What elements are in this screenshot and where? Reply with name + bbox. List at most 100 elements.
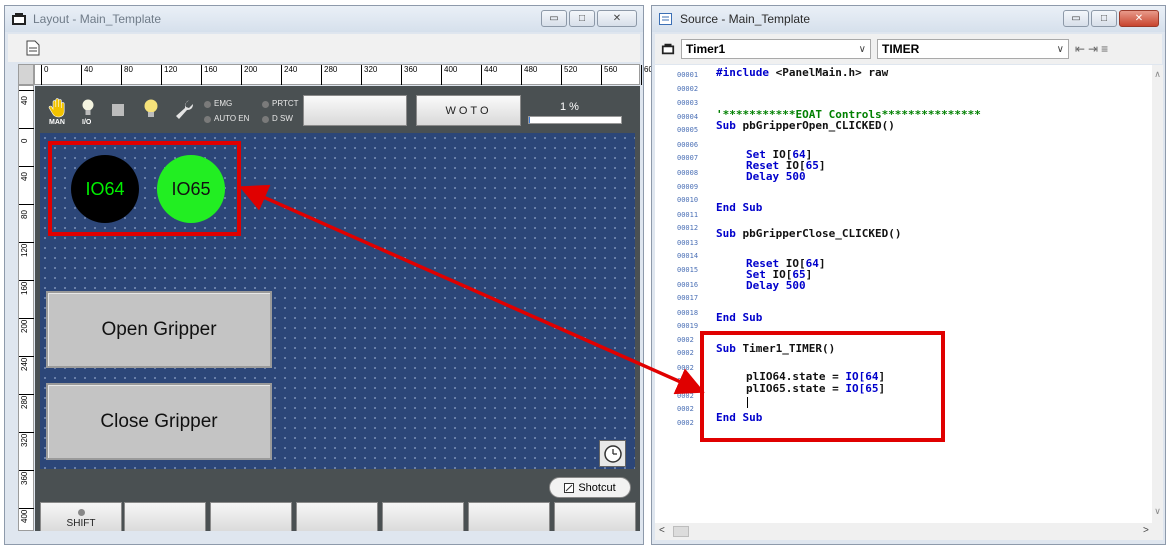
lamps-highlight-box <box>48 141 241 236</box>
close-button[interactable]: ✕ <box>597 10 637 27</box>
lightbulb-io-icon[interactable] <box>81 98 95 118</box>
code-line-17: Delay 500 <box>746 279 806 292</box>
line-number: 0002 <box>677 419 694 428</box>
prtct-indicator <box>262 101 269 108</box>
minimize-button[interactable]: ▭ <box>541 10 567 27</box>
code-line-9: Delay 500 <box>746 170 806 183</box>
function-key-6[interactable] <box>468 502 550 531</box>
source-minimize-button[interactable]: ▭ <box>1063 10 1089 27</box>
line-number: 0002 <box>677 349 694 358</box>
source-toolbar: Timer1 ∨ TIMER ∨ ⇤⇥≡ <box>655 34 1162 64</box>
line-number: 00001 <box>677 70 699 79</box>
ruler-h-tick: 520 <box>561 65 577 85</box>
ruler-h-tick: 80 <box>121 65 133 85</box>
event-combo[interactable]: TIMER ∨ <box>877 39 1069 59</box>
shift-label: SHIFT <box>66 518 96 529</box>
wrench-icon[interactable] <box>173 98 193 120</box>
code-line-15: Reset IO[64] <box>746 257 826 270</box>
man-label: MAN <box>49 119 65 126</box>
ruler-v-tick: 80 <box>19 204 34 242</box>
function-key-5[interactable] <box>382 502 464 531</box>
code-line-4: '***********EOAT Controls*************** <box>716 108 981 121</box>
source-close-button[interactable]: ✕ <box>1119 10 1159 27</box>
open-gripper-button[interactable]: Open Gripper <box>46 291 272 368</box>
line-number: 0002 <box>677 404 694 413</box>
line-number: 00006 <box>677 140 699 149</box>
horizontal-ruler: 0 40 80 120 160 200 240 280 320 360 400 440 480 520 56… <box>34 64 657 85</box>
horizontal-scrollbar[interactable]: < > <box>655 523 1163 540</box>
ruler-h-tick: 560 <box>601 65 617 85</box>
lightbulb-icon[interactable] <box>143 98 159 120</box>
line-number: 00010 <box>677 196 699 205</box>
percent-label: 1 % <box>560 101 579 113</box>
io-label: I/O <box>82 119 92 126</box>
dsw-indicator <box>262 116 269 123</box>
line-number: 00017 <box>677 294 699 303</box>
code-line-1: #include <PanelMain.h> raw <box>716 66 889 79</box>
layout-window-title: Layout - Main_Template <box>33 12 162 26</box>
function-key-2[interactable] <box>124 502 206 531</box>
object-icon <box>661 43 675 55</box>
function-key-3[interactable] <box>210 502 292 531</box>
event-combo-value: TIMER <box>882 42 920 56</box>
horizontal-scroll-thumb[interactable] <box>673 526 689 537</box>
ruler-v-tick: 120 <box>19 242 34 280</box>
hand-icon[interactable] <box>47 97 69 119</box>
function-key-4[interactable] <box>296 502 378 531</box>
scroll-down-icon[interactable]: ∨ <box>1152 506 1163 517</box>
maximize-button[interactable]: □ <box>569 10 595 27</box>
source-maximize-button[interactable]: □ <box>1091 10 1117 27</box>
timer-clock-icon[interactable] <box>599 440 626 467</box>
line-number: 00011 <box>677 210 699 219</box>
indent-icons[interactable]: ⇤⇥≡ <box>1075 42 1111 56</box>
line-number: 0002 <box>677 364 694 372</box>
ruler-h-tick: 0 <box>41 65 48 85</box>
ruler-h-tick: 480 <box>521 65 537 85</box>
code-line-7: Set IO[64] <box>746 148 813 161</box>
layout-toolbar <box>8 34 640 62</box>
blank-top-button[interactable] <box>303 95 407 126</box>
shotcut-button[interactable]: Shotcut <box>549 477 631 498</box>
ruler-v-tick: 400 <box>19 508 34 546</box>
chevron-down-icon: ∨ <box>1056 43 1064 55</box>
prtct-label: PRTCT <box>272 99 299 108</box>
line-number: 00019 <box>677 321 699 330</box>
vertical-ruler: 40 0 40 80 120 160 200 240 280 320 360 400 <box>18 85 34 531</box>
scroll-left-icon[interactable]: < <box>659 525 665 536</box>
woto-button[interactable]: WOTO <box>416 95 521 126</box>
code-line-11: End Sub <box>716 201 763 214</box>
ruler-h-tick: 320 <box>361 65 377 85</box>
vertical-scrollbar[interactable]: ∧ ∨ <box>1152 65 1163 523</box>
emg-label: EMG <box>214 99 233 108</box>
line-number: 00016 <box>677 280 699 289</box>
layout-titlebar[interactable]: Layout - Main_Template ▭ □ ✕ <box>5 6 643 32</box>
line-number: 00005 <box>677 126 699 135</box>
layout-window-icon <box>12 13 26 25</box>
timer-code-highlight-box <box>700 331 945 442</box>
percent-progress-bar <box>528 116 622 124</box>
line-number: 00015 <box>677 266 699 275</box>
scroll-right-icon[interactable]: > <box>1143 525 1149 536</box>
ruler-h-tick: 120 <box>161 65 177 85</box>
line-number: 0002 <box>677 377 694 386</box>
object-combo[interactable]: Timer1 ∨ <box>681 39 871 59</box>
shift-indicator <box>77 509 85 516</box>
ruler-h-tick: 200 <box>241 65 257 85</box>
ruler-v-tick: 0 <box>19 128 34 166</box>
line-number: 00004 <box>677 113 699 122</box>
object-combo-value: Timer1 <box>686 42 726 56</box>
page-icon[interactable] <box>26 40 40 56</box>
stop-square-icon[interactable] <box>112 104 124 116</box>
ruler-v-tick: 280 <box>19 394 34 432</box>
scroll-up-icon[interactable]: ∧ <box>1152 69 1163 80</box>
ruler-v-tick: 160 <box>19 280 34 318</box>
line-number: 00003 <box>677 98 699 107</box>
source-titlebar[interactable]: Source - Main_Template ▭ □ ✕ <box>652 6 1165 32</box>
line-number-gutter: 00001 00002 00003 00004 00005 00006 00007 00008… <box>655 65 710 523</box>
close-gripper-button[interactable]: Close Gripper <box>46 383 272 460</box>
code-line-8: Reset IO[65] <box>746 159 826 172</box>
chevron-down-icon: ∨ <box>858 43 866 55</box>
code-editor[interactable]: 00001 00002 00003 00004 00005 00006 00007 00008… <box>655 65 1152 523</box>
shift-key[interactable]: SHIFT <box>40 502 122 531</box>
function-key-7[interactable] <box>554 502 636 531</box>
